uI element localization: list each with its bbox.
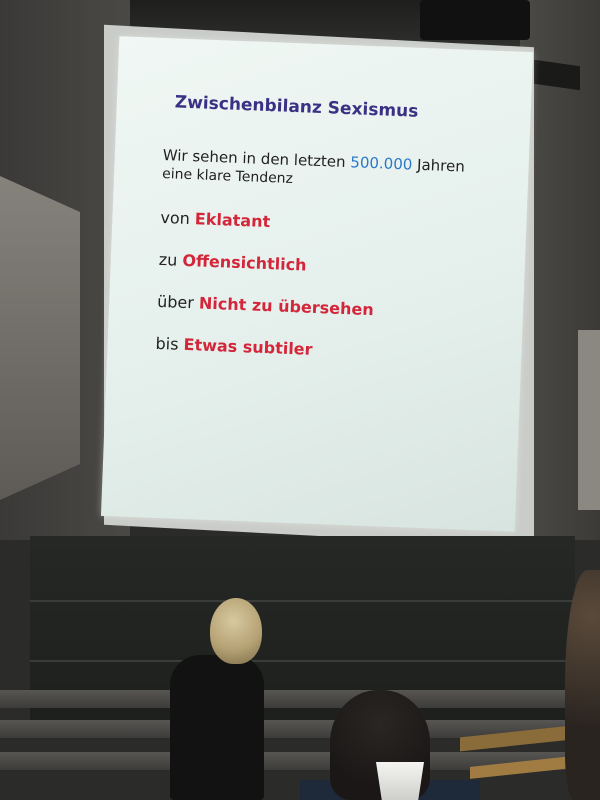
step-term: Etwas subtiler <box>183 334 313 359</box>
audience-member-right <box>565 570 600 800</box>
slide-step-2: zu Offensichtlich <box>158 250 306 275</box>
speaker-head <box>210 598 262 664</box>
step-term: Nicht zu übersehen <box>198 293 375 320</box>
lecture-desk-row <box>0 690 600 708</box>
step-prefix: zu <box>158 249 183 270</box>
slide-step-3: über Nicht zu übersehen <box>157 292 374 319</box>
intro-highlight-number: 500.000 <box>350 153 413 174</box>
slide-step-1: von Eklatant <box>160 208 270 231</box>
lecture-hall-scene: Zwischenbilanz Sexismus Wir sehen in den… <box>0 0 600 800</box>
step-term: Offensichtlich <box>182 250 307 275</box>
step-prefix: bis <box>155 333 184 354</box>
slide-intro-line-2: eine klare Tendenz <box>161 165 294 187</box>
projector <box>420 0 530 40</box>
projected-slide: Zwischenbilanz Sexismus Wir sehen in den… <box>100 36 534 532</box>
intro-text-b: Jahren <box>412 155 466 176</box>
step-prefix: über <box>156 291 200 313</box>
blackboard-divider <box>30 660 575 662</box>
speaker-body <box>170 655 264 800</box>
step-term: Eklatant <box>194 209 271 232</box>
step-prefix: von <box>160 207 196 229</box>
slide-title: Zwischenbilanz Sexismus <box>174 92 419 122</box>
blackboard-divider <box>30 600 575 602</box>
paper-cup <box>376 762 424 800</box>
right-wall-panel <box>578 330 600 510</box>
slide-step-4: bis Etwas subtiler <box>155 334 313 359</box>
